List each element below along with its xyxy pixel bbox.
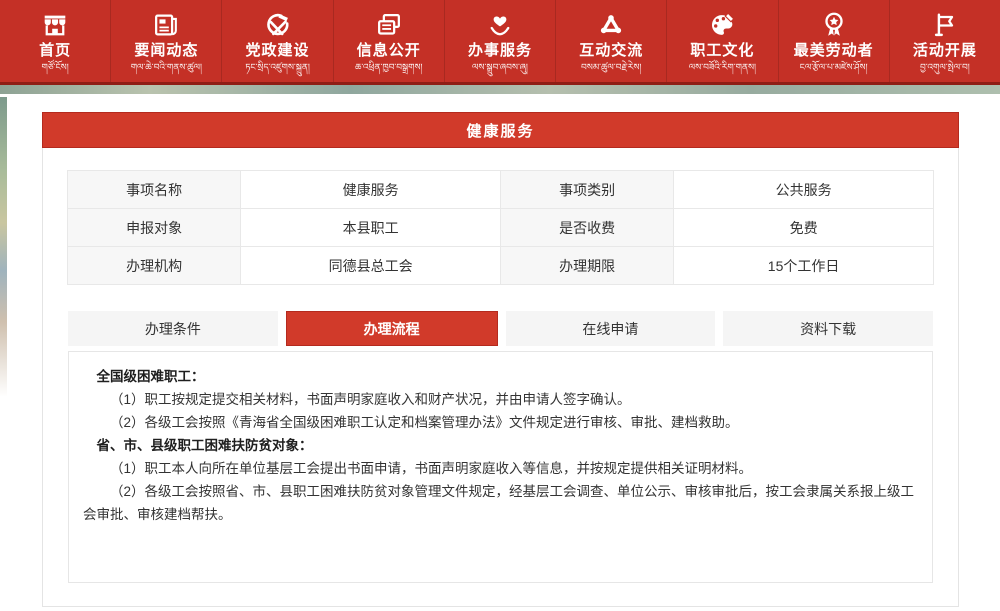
main-content-card: 健康服务 事项名称 健康服务 事项类别 公共服务 申报对象 本县职工 是否收费 … bbox=[42, 112, 959, 607]
tab-panel-process: 全国级困难职工： （1）职工按规定提交相关材料，书面声明家庭收入和财产状况，并由… bbox=[68, 351, 933, 583]
nav-item-label: 职工文化 bbox=[690, 41, 754, 61]
top-navigation: 首页 གཙོ་ངོས། 要闻动态 གལ་ཆེ་བའི་གནས་ཚུལ། 党政建设… bbox=[0, 0, 1000, 85]
tab-online-apply[interactable]: 在线申请 bbox=[506, 311, 716, 346]
nav-item-tibetan-label: གལ་ཆེ་བའི་གནས་ཚུལ། bbox=[131, 61, 202, 73]
nav-item-interaction[interactable]: 互动交流 བསམ་ཚུལ་བརྗེ་རེས། bbox=[556, 0, 667, 82]
table-row: 办理机构 同德县总工会 办理期限 15个工作日 bbox=[68, 247, 934, 285]
nav-item-label: 互动交流 bbox=[579, 41, 643, 61]
nav-item-info-disclosure[interactable]: 信息公开 ཆ་འཕྲིན་ཁྱབ་བསྒྲགས། bbox=[334, 0, 445, 82]
nav-item-label: 活动开展 bbox=[913, 41, 977, 61]
info-label: 申报对象 bbox=[68, 209, 241, 247]
nav-item-tibetan-label: གཙོ་ངོས། bbox=[42, 61, 69, 73]
table-row: 事项名称 健康服务 事项类别 公共服务 bbox=[68, 171, 934, 209]
section-heading: 省、市、县级职工困难扶防贫对象： bbox=[83, 434, 918, 457]
section-paragraph: （1）职工按规定提交相关材料，书面声明家庭收入和财产状况，并由申请人签字确认。 bbox=[83, 388, 918, 411]
background-photo-sliver bbox=[0, 97, 7, 397]
flag-icon bbox=[930, 9, 960, 41]
page-title: 健康服务 bbox=[42, 112, 959, 148]
newspaper-icon bbox=[151, 9, 181, 41]
tab-conditions[interactable]: 办理条件 bbox=[68, 311, 278, 346]
info-value: 同德县总工会 bbox=[241, 247, 501, 285]
documents-icon bbox=[374, 9, 404, 41]
info-value: 公共服务 bbox=[674, 171, 934, 209]
info-value: 免费 bbox=[674, 209, 934, 247]
info-label: 事项类别 bbox=[500, 171, 673, 209]
section-paragraph: （2）各级工会按照《青海省全国级困难职工认定和档案管理办法》文件规定进行审核、审… bbox=[83, 411, 918, 434]
section-paragraph: （1）职工本人向所在单位基层工会提出书面申请，书面声明家庭收入等信息，并按规定提… bbox=[83, 457, 918, 480]
nav-item-home[interactable]: 首页 གཙོ་ངོས། bbox=[0, 0, 111, 82]
nav-item-tibetan-label: ཏང་སྲིད་འཛུགས་སྐྲུན། bbox=[245, 61, 310, 73]
nav-item-tibetan-label: ལས་སྒྲུབ་ཞབས་ཞུ། bbox=[472, 61, 528, 73]
nav-item-tibetan-label: བསམ་ཚུལ་བརྗེ་རེས། bbox=[581, 61, 641, 73]
nav-item-label: 信息公开 bbox=[357, 41, 421, 61]
nav-item-label: 最美劳动者 bbox=[794, 41, 874, 61]
info-label: 事项名称 bbox=[68, 171, 241, 209]
info-label: 办理机构 bbox=[68, 247, 241, 285]
nav-item-label: 要闻动态 bbox=[134, 41, 198, 61]
nav-item-tibetan-label: ཆ་འཕྲིན་ཁྱབ་བསྒྲགས། bbox=[355, 61, 423, 73]
nav-item-news[interactable]: 要闻动态 གལ་ཆེ་བའི་གནས་ཚུལ། bbox=[111, 0, 222, 82]
info-value: 健康服务 bbox=[241, 171, 501, 209]
heart-hands-icon bbox=[485, 9, 515, 41]
info-label: 是否收费 bbox=[500, 209, 673, 247]
nav-item-model-workers[interactable]: 最美劳动者 ངལ་རྩོལ་པ་མཛེས་ཤོས། bbox=[779, 0, 890, 82]
tab-downloads[interactable]: 资料下载 bbox=[723, 311, 933, 346]
info-value: 15个工作日 bbox=[674, 247, 934, 285]
nav-item-label: 首页 bbox=[39, 41, 71, 61]
network-icon bbox=[596, 9, 626, 41]
table-row: 申报对象 本县职工 是否收费 免费 bbox=[68, 209, 934, 247]
store-icon bbox=[40, 9, 70, 41]
nav-item-label: 党政建设 bbox=[246, 41, 310, 61]
nav-item-tibetan-label: ངལ་རྩོལ་པ་མཛེས་ཤོས། bbox=[800, 61, 868, 73]
nav-item-party-building[interactable]: 党政建设 ཏང་སྲིད་འཛུགས་སྐྲུན། bbox=[222, 0, 333, 82]
section-paragraph: （2）各级工会按照省、市、县职工困难扶防贫对象管理文件规定，经基层工会调查、单位… bbox=[83, 480, 918, 526]
info-label: 办理期限 bbox=[500, 247, 673, 285]
medal-icon bbox=[819, 9, 849, 41]
palette-icon bbox=[707, 9, 737, 41]
background-photo-strip bbox=[0, 85, 1000, 94]
tab-process[interactable]: 办理流程 bbox=[286, 311, 498, 346]
nav-item-worker-culture[interactable]: 职工文化 ལས་བཟོའི་རིག་གནས། bbox=[667, 0, 778, 82]
tab-bar: 办理条件 办理流程 在线申请 资料下载 bbox=[68, 311, 933, 346]
nav-item-tibetan-label: བྱ་འགུལ་སྤེལ་བ། bbox=[920, 61, 970, 73]
section-heading: 全国级困难职工： bbox=[83, 365, 918, 388]
service-info-table: 事项名称 健康服务 事项类别 公共服务 申报对象 本县职工 是否收费 免费 办理… bbox=[67, 170, 934, 285]
hammer-sickle-icon bbox=[263, 9, 293, 41]
nav-item-services[interactable]: 办事服务 ལས་སྒྲུབ་ཞབས་ཞུ། bbox=[445, 0, 556, 82]
info-value: 本县职工 bbox=[241, 209, 501, 247]
nav-item-activities[interactable]: 活动开展 བྱ་འགུལ་སྤེལ་བ། bbox=[890, 0, 1000, 82]
nav-item-label: 办事服务 bbox=[468, 41, 532, 61]
nav-item-tibetan-label: ལས་བཟོའི་རིག་གནས། bbox=[689, 61, 756, 73]
